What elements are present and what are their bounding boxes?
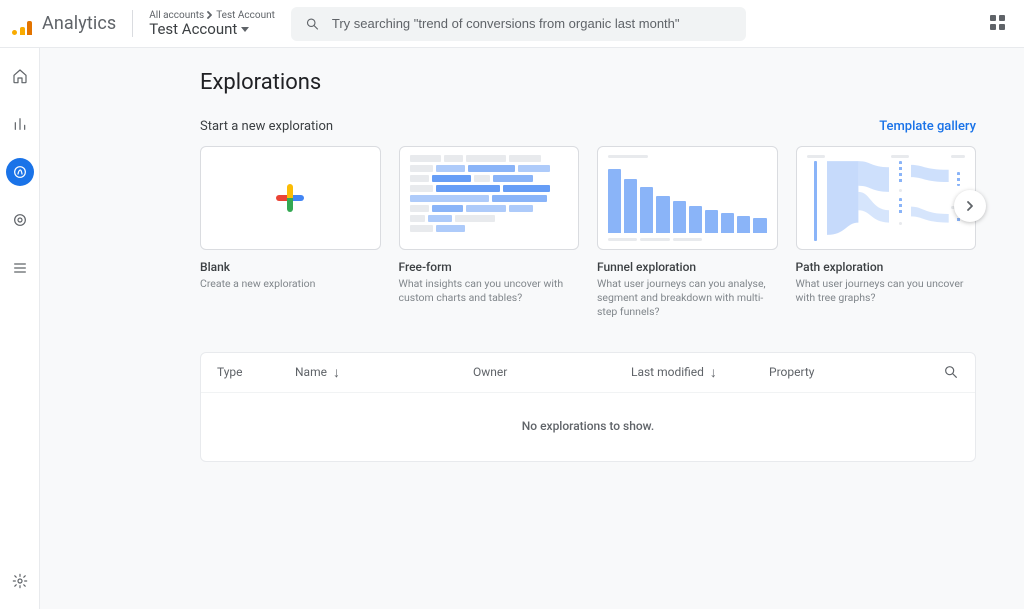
carousel-next-button[interactable] — [954, 190, 986, 222]
template-thumb-funnel — [597, 146, 778, 250]
template-title: Path exploration — [796, 260, 977, 274]
sort-arrow-down-icon: ↓ — [710, 364, 717, 381]
table-col-type[interactable]: Type — [217, 365, 287, 379]
content-area: Explorations Start a new exploration Tem… — [40, 48, 1024, 609]
template-desc: What insights can you uncover with custo… — [399, 277, 580, 305]
chevron-right-icon — [206, 11, 214, 19]
table-col-owner[interactable]: Owner — [473, 365, 623, 379]
table-col-name[interactable]: Name ↓ — [295, 364, 465, 381]
template-desc: Create a new exploration — [200, 277, 381, 291]
sidebar-item-admin[interactable] — [6, 567, 34, 595]
home-icon — [12, 68, 28, 84]
page-title: Explorations — [200, 70, 976, 95]
sort-arrow-down-icon: ↓ — [333, 364, 340, 381]
sidebar-item-reports[interactable] — [6, 110, 34, 138]
section-subtitle: Start a new exploration — [200, 119, 333, 134]
template-card-freeform[interactable]: Free-form What insights can you uncover … — [399, 146, 580, 320]
sidebar — [0, 48, 40, 609]
template-thumb-path — [796, 146, 977, 250]
template-desc: What user journeys can you analyse, segm… — [597, 277, 778, 320]
table-empty-message: No explorations to show. — [201, 393, 975, 461]
search-icon — [305, 16, 320, 32]
chevron-right-icon — [964, 200, 976, 212]
account-selector[interactable]: All accounts Test Account Test Account — [132, 10, 275, 38]
table-header-row: Type Name ↓ Owner Last modified ↓ Proper… — [201, 353, 975, 393]
plus-icon — [276, 184, 304, 212]
template-card-funnel[interactable]: Funnel exploration What user journeys ca… — [597, 146, 778, 320]
app-header: Analytics All accounts Test Account Test… — [0, 0, 1024, 48]
bar-chart-icon — [12, 116, 28, 132]
search-input[interactable] — [332, 16, 732, 31]
product-name: Analytics — [42, 13, 116, 34]
sidebar-item-explore[interactable] — [6, 158, 34, 186]
template-card-path[interactable]: Path exploration What user journeys can … — [796, 146, 977, 320]
template-title: Funnel exploration — [597, 260, 778, 274]
explore-icon — [12, 164, 28, 180]
gear-icon — [12, 573, 28, 589]
apps-grid-icon[interactable] — [990, 15, 1008, 33]
list-icon — [12, 260, 28, 276]
template-gallery-link[interactable]: Template gallery — [879, 119, 976, 134]
template-desc: What user journeys can you uncover with … — [796, 277, 977, 305]
template-thumb-freeform — [399, 146, 580, 250]
sidebar-item-advertising[interactable] — [6, 206, 34, 234]
search-box[interactable] — [291, 7, 746, 41]
table-col-last-modified[interactable]: Last modified ↓ — [631, 364, 761, 381]
product-logo-block[interactable]: Analytics — [12, 13, 132, 35]
template-cards: Blank Create a new exploration — [200, 146, 976, 320]
template-title: Free-form — [399, 260, 580, 274]
sidebar-item-home[interactable] — [6, 62, 34, 90]
template-thumb-blank — [200, 146, 381, 250]
analytics-logo-icon — [12, 13, 34, 35]
target-icon — [12, 212, 28, 228]
table-col-property[interactable]: Property — [769, 365, 935, 379]
sidebar-item-configure[interactable] — [6, 254, 34, 282]
template-title: Blank — [200, 260, 381, 274]
account-name: Test Account — [149, 21, 237, 38]
table-search-button[interactable] — [943, 364, 959, 380]
template-card-blank[interactable]: Blank Create a new exploration — [200, 146, 381, 320]
search-icon — [943, 364, 959, 380]
chevron-down-icon — [241, 27, 249, 32]
explorations-table: Type Name ↓ Owner Last modified ↓ Proper… — [200, 352, 976, 462]
